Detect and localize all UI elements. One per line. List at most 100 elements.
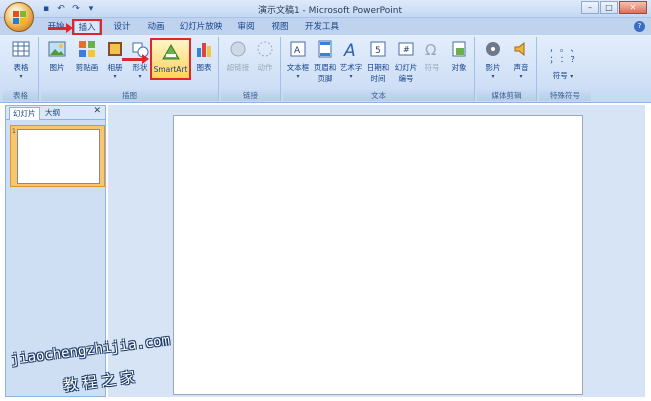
maximize-button[interactable]: □ (600, 1, 618, 14)
movie-button[interactable]: 影片 ▾ (481, 40, 505, 80)
slide-workspace (108, 105, 645, 397)
picture-button[interactable]: 图片 (46, 40, 68, 73)
arrow-to-insert-icon (48, 23, 73, 33)
group-tables: 表格 ▾ 表格 (3, 37, 39, 101)
tab-design[interactable]: 设计 (108, 20, 136, 35)
datetime-button[interactable]: 5 日期和 时间 (365, 40, 391, 84)
object-icon (452, 41, 466, 57)
tab-review[interactable]: 审阅 (234, 20, 258, 35)
tab-slideshow[interactable]: 幻灯片放映 (178, 20, 224, 35)
slide-number-label-2: 编号 (398, 74, 414, 83)
table-button[interactable]: 表格 ▾ (7, 40, 35, 80)
tab-animations[interactable]: 动画 (142, 20, 170, 35)
header-footer-label: 页眉和 (313, 63, 337, 72)
textbox-button[interactable]: A 文本框 ▾ (285, 40, 311, 80)
arrow-to-smartart-icon (122, 54, 149, 64)
wordart-button[interactable]: A 艺术字 ▾ (339, 40, 363, 80)
svg-text:5: 5 (375, 46, 381, 56)
datetime-label-2: 时间 (370, 74, 386, 83)
group-label: 文本 (283, 90, 474, 101)
tab-view[interactable]: 视图 (268, 20, 292, 35)
group-media: 影片 ▾ 声音 ▾ 媒体剪辑 (477, 37, 537, 101)
insert-tab-highlight (72, 19, 102, 35)
help-icon[interactable]: ? (634, 21, 645, 32)
sound-label: 声音 (513, 63, 529, 72)
svg-text:A: A (343, 41, 356, 58)
clipart-button[interactable]: 剪贴画 (73, 40, 101, 73)
object-label: 对象 (451, 63, 467, 72)
svg-text:A: A (294, 46, 301, 56)
action-label: 动作 (257, 63, 273, 72)
wordart-label: 艺术字 (339, 63, 363, 72)
chevron-down-icon: ▾ (570, 73, 574, 80)
redo-icon[interactable]: ↷ (70, 3, 82, 15)
object-button[interactable]: 对象 (447, 40, 471, 73)
undo-icon[interactable]: ↶ (55, 3, 67, 15)
group-special-symbols: ， 。 、 ； ： ？ 符号 ▾ 特殊符号 (539, 37, 591, 101)
office-button[interactable] (4, 2, 34, 32)
title-bar: ▪ ↶ ↷ ▾ 演示文稿1 - Microsoft PowerPoint – □… (0, 0, 651, 18)
slide-number-label: 幻灯片 (394, 63, 418, 72)
symbol-label: 符号 (552, 71, 568, 80)
picture-icon (48, 41, 66, 57)
tab-outline[interactable]: 大纲 (42, 107, 63, 120)
qat-dropdown-icon[interactable]: ▾ (85, 3, 97, 15)
clipart-icon (79, 41, 95, 57)
smartart-icon (162, 43, 180, 60)
punctuation-icon: ； ： ？ (549, 55, 579, 64)
group-label: 特殊符号 (539, 90, 591, 101)
panel-tabs: 幻灯片 大纲 ✕ (6, 106, 105, 120)
action-button[interactable]: 动作 (253, 40, 277, 73)
slide-thumbnail[interactable] (17, 129, 100, 184)
action-icon (257, 41, 273, 57)
svg-text:#: # (403, 45, 410, 54)
chevron-down-icon: ▾ (349, 73, 353, 80)
ribbon: 表格 ▾ 表格 图片 剪贴画 相册 ▾ 形状 ▾ 图表 插图 超链接 动作 链接… (0, 35, 651, 103)
header-footer-button[interactable]: 页眉和 页脚 (312, 40, 338, 84)
symbol-label: 符号 (424, 63, 440, 72)
chevron-down-icon: ▾ (138, 73, 142, 80)
datetime-label: 日期和 (366, 63, 390, 72)
chart-button[interactable]: 图表 (193, 40, 215, 73)
chevron-down-icon: ▾ (519, 73, 523, 80)
hyperlink-label: 超链接 (226, 63, 250, 72)
save-icon[interactable]: ▪ (40, 3, 52, 15)
speaker-icon (514, 41, 525, 57)
close-icon[interactable]: ✕ (93, 106, 101, 116)
slide-number-button[interactable]: # 幻灯片 编号 (393, 40, 419, 84)
globe-link-icon (230, 41, 246, 57)
sound-button[interactable]: 声音 ▾ (509, 40, 533, 80)
group-links: 超链接 动作 链接 (221, 37, 281, 101)
group-label: 链接 (221, 90, 280, 101)
punctuation-grid[interactable]: ， 。 、 ； ： ？ (541, 43, 587, 65)
tab-slides[interactable]: 幻灯片 (9, 107, 40, 120)
chevron-down-icon: ▾ (296, 73, 300, 80)
clipart-label: 剪贴画 (75, 63, 99, 72)
wordart-icon: A (343, 41, 356, 61)
office-logo-icon (13, 11, 26, 24)
symbol-button[interactable]: Ω 符号 (421, 40, 443, 73)
punctuation-icon: ， 。 、 (549, 44, 579, 53)
smartart-label: SmartArt (153, 65, 188, 74)
close-button[interactable]: ✕ (619, 1, 647, 14)
window-controls: – □ ✕ (581, 1, 647, 14)
omega-icon: Ω (425, 41, 436, 59)
header-footer-label-2: 页脚 (317, 74, 333, 83)
smartart-button[interactable]: SmartArt (150, 38, 191, 80)
textbox-label: 文本框 (286, 63, 310, 72)
tab-developer[interactable]: 开发工具 (302, 20, 342, 35)
chevron-down-icon: ▾ (491, 73, 495, 80)
hyperlink-button[interactable]: 超链接 (224, 40, 252, 73)
slide-number-icon: # (398, 42, 414, 56)
chevron-down-icon: ▾ (19, 73, 23, 80)
group-illustrations: 图片 剪贴画 相册 ▾ 形状 ▾ 图表 插图 (41, 37, 219, 101)
group-label: 插图 (41, 90, 218, 101)
window-title: 演示文稿1 - Microsoft PowerPoint (257, 6, 403, 16)
minimize-button[interactable]: – (581, 1, 599, 14)
chart-icon (197, 43, 211, 57)
header-footer-icon (318, 40, 332, 58)
special-symbol-button[interactable]: 符号 ▾ (543, 70, 583, 81)
slide-canvas[interactable] (173, 115, 583, 395)
quick-access-toolbar: ▪ ↶ ↷ ▾ (40, 2, 97, 15)
slide-thumbnail-selected[interactable]: 1 (10, 125, 105, 187)
